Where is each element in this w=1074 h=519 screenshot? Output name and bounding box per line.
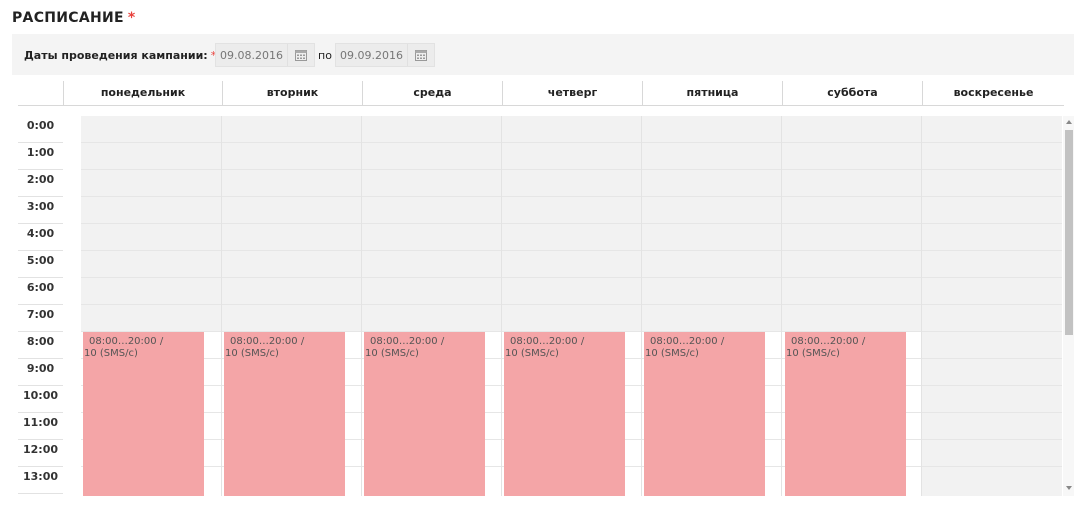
schedule-block-friday[interactable]: 08:00…20:00 / 10 (SMS/с) <box>644 332 765 496</box>
hour-label: 0:00 <box>18 116 63 143</box>
to-prefix: по <box>318 49 332 62</box>
day-header-tuesday: вторник <box>222 81 362 105</box>
hour-label: 1:00 <box>18 143 63 170</box>
day-gridline <box>781 116 782 496</box>
date-to-value[interactable]: 09.09.2016 <box>340 49 403 62</box>
schedule-block-time: 08:00…20:00 / <box>791 336 866 347</box>
schedule-block-thursday[interactable]: 08:00…20:00 / 10 (SMS/с) <box>504 332 625 496</box>
day-gridline <box>361 116 362 496</box>
day-gridline <box>641 116 642 496</box>
schedule-block-rate: 10 (SMS/с) <box>786 348 840 359</box>
hour-gridline <box>81 169 1062 170</box>
vertical-scrollbar[interactable] <box>1063 116 1074 496</box>
date-from-field[interactable]: 09.08.2016 <box>215 43 315 67</box>
day-header-sunday: воскресенье <box>922 81 1064 105</box>
schedule-block-time: 08:00…20:00 / <box>89 336 164 347</box>
hour-label: 11:00 <box>18 413 63 440</box>
schedule-block-time: 08:00…20:00 / <box>230 336 305 347</box>
schedule-block-rate: 10 (SMS/с) <box>365 348 419 359</box>
campaign-dates-label-text: Даты проведения кампании: <box>24 49 208 62</box>
schedule-block-tuesday[interactable]: 08:00…20:00 / 10 (SMS/с) <box>224 332 345 496</box>
hour-label: 9:00 <box>18 359 63 386</box>
scroll-down-arrow-icon[interactable] <box>1066 486 1072 490</box>
campaign-dates-label: Даты проведения кампании: * <box>24 49 216 62</box>
header-divider <box>18 105 1064 106</box>
hour-gridline <box>81 142 1062 143</box>
schedule-block-wednesday[interactable]: 08:00…20:00 / 10 (SMS/с) <box>364 332 485 496</box>
hour-label: 10:00 <box>18 386 63 413</box>
required-marker: * <box>127 10 136 26</box>
calendar-icon[interactable] <box>287 44 314 66</box>
schedule-block-saturday[interactable]: 08:00…20:00 / 10 (SMS/с) <box>785 332 906 496</box>
schedule-block-time: 08:00…20:00 / <box>370 336 445 347</box>
weekday-header: понедельник вторник среда четверг пятниц… <box>18 81 1064 105</box>
scroll-up-arrow-icon[interactable] <box>1066 120 1072 124</box>
day-header-friday: пятница <box>642 81 782 105</box>
hour-label: 12:00 <box>18 440 63 467</box>
date-from-value[interactable]: 09.08.2016 <box>220 49 283 62</box>
campaign-dates-bar: Даты проведения кампании:* с 09.08.2016 … <box>12 34 1074 75</box>
page-title-text: РАСПИСАНИЕ <box>12 10 124 26</box>
hour-label: 7:00 <box>18 305 63 332</box>
day-header-monday: понедельник <box>63 81 222 105</box>
hour-label: 6:00 <box>18 278 63 305</box>
schedule-block-time: 08:00…20:00 / <box>510 336 585 347</box>
day-header-saturday: суббота <box>782 81 922 105</box>
scroll-thumb[interactable] <box>1065 130 1073 335</box>
hour-gridline <box>81 277 1062 278</box>
day-gridline <box>921 116 922 496</box>
day-header-thursday: четверг <box>502 81 642 105</box>
day-header-wednesday: среда <box>362 81 502 105</box>
hour-gridline <box>81 196 1062 197</box>
hour-label: 8:00 <box>18 332 63 359</box>
schedule-grid[interactable]: 08:00…20:00 / 10 (SMS/с) 08:00…20:00 / 1… <box>81 116 1062 496</box>
hour-gridline <box>81 304 1062 305</box>
schedule-block-rate: 10 (SMS/с) <box>645 348 699 359</box>
hour-gridline <box>81 250 1062 251</box>
schedule-block-rate: 10 (SMS/с) <box>505 348 559 359</box>
schedule-block-rate: 10 (SMS/с) <box>225 348 279 359</box>
date-to-field[interactable]: 09.09.2016 <box>335 43 435 67</box>
hour-gridline <box>81 223 1062 224</box>
schedule-block-rate: 10 (SMS/с) <box>84 348 138 359</box>
hour-label: 13:00 <box>18 467 63 494</box>
hour-label: 5:00 <box>18 251 63 278</box>
day-gridline <box>501 116 502 496</box>
schedule-block-time: 08:00…20:00 / <box>650 336 725 347</box>
calendar-icon[interactable] <box>407 44 434 66</box>
schedule-block-monday[interactable]: 08:00…20:00 / 10 (SMS/с) <box>83 332 204 496</box>
hour-label: 2:00 <box>18 170 63 197</box>
page-title: РАСПИСАНИЕ * <box>12 10 136 26</box>
hour-label: 4:00 <box>18 224 63 251</box>
day-gridline <box>221 116 222 496</box>
hour-label: 3:00 <box>18 197 63 224</box>
